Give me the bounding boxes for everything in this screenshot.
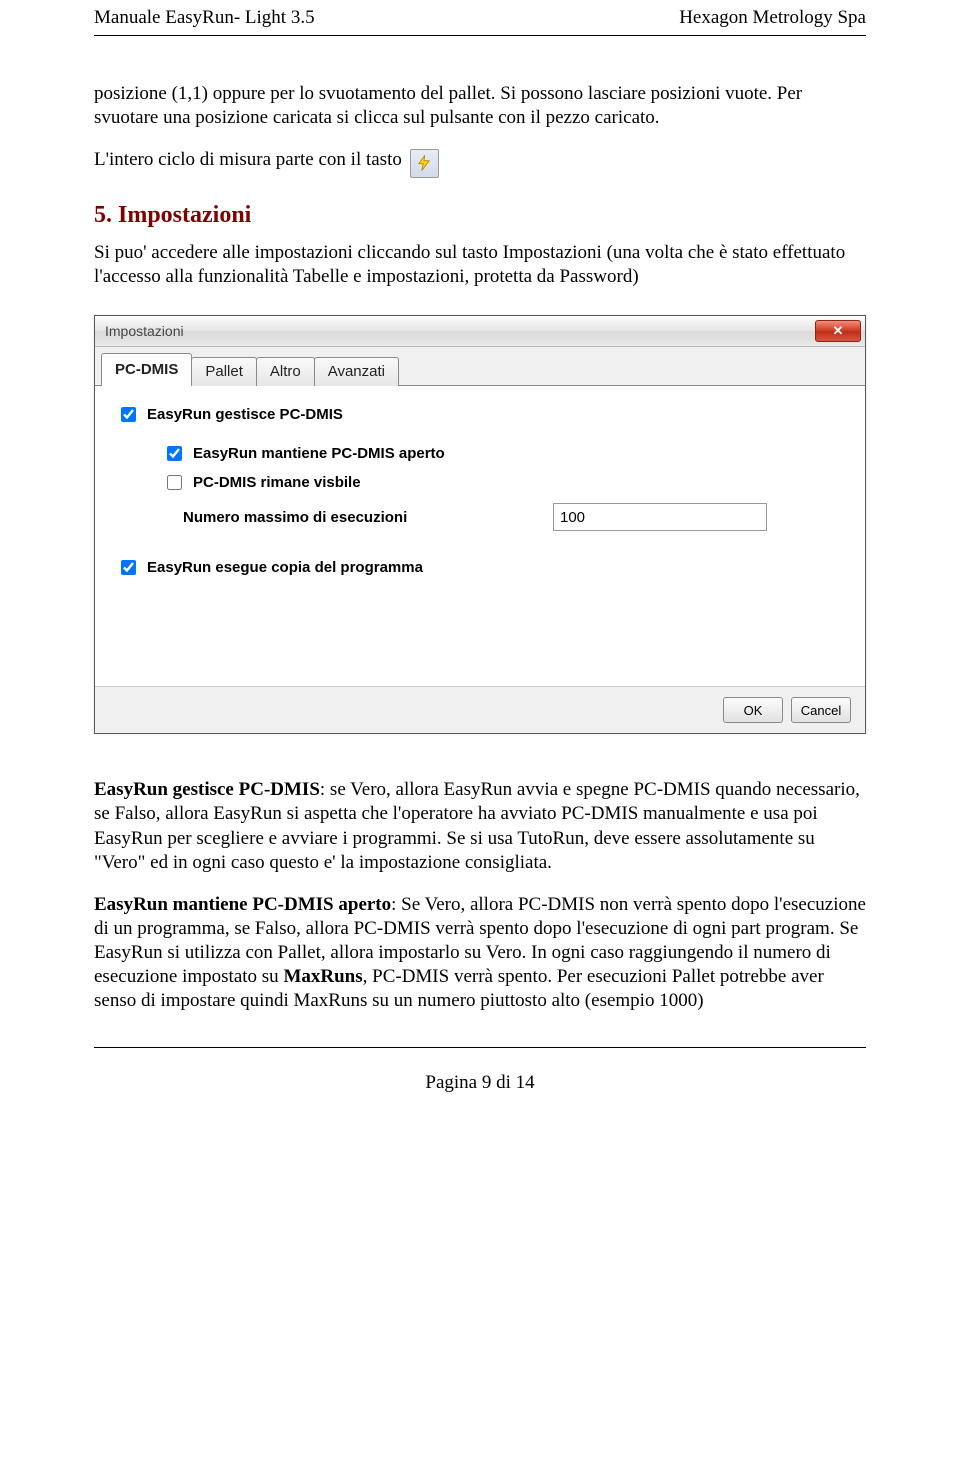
dialog-buttons: OK Cancel [95,686,865,733]
paragraph-2-lead: L'intero ciclo di misura parte con il ta… [94,149,402,171]
checkbox-visibile-label: PC-DMIS rimane visbile [193,474,361,491]
tab-content: EasyRun gestisce PC-DMIS EasyRun mantien… [95,385,865,686]
page-footer: Pagina 9 di 14 [94,1072,866,1096]
checkbox-copia-programma[interactable] [121,560,136,575]
checkbox-rimane-visibile[interactable] [167,475,182,490]
footer-rule [94,1047,866,1048]
paragraph-mantiene-maxruns: MaxRuns [283,966,362,987]
section-heading-impostazioni: 5. Impostazioni [94,202,866,229]
dialog-titlebar: Impostazioni ✕ [95,316,865,347]
checkbox-mantiene-label: EasyRun mantiene PC-DMIS aperto [193,445,445,462]
header-left: Manuale EasyRun- Light 3.5 [94,7,315,29]
tab-altro[interactable]: Altro [256,357,315,386]
paragraph-1: posizione (1,1) oppure per lo svuotament… [94,82,866,131]
paragraph-gestisce: EasyRun gestisce PC-DMIS: se Vero, allor… [94,778,866,875]
checkbox-mantiene-aperto[interactable] [167,446,182,461]
close-button[interactable]: ✕ [815,320,861,342]
tab-avanzati[interactable]: Avanzati [314,357,399,386]
paragraph-3: Si puo' accedere alle impostazioni clicc… [94,241,866,290]
header-rule [94,35,866,36]
lightning-icon [415,154,433,172]
cancel-button[interactable]: Cancel [791,697,851,723]
checkbox-gestisce-pcdmis[interactable] [121,407,136,422]
input-numero-massimo[interactable] [553,503,767,531]
ok-button[interactable]: OK [723,697,783,723]
run-cycle-button[interactable] [410,149,439,178]
settings-dialog: Impostazioni ✕ PC-DMIS Pallet Altro Avan… [94,315,866,734]
tab-pallet[interactable]: Pallet [191,357,257,386]
tab-bar: PC-DMIS Pallet Altro Avanzati [95,347,865,386]
paragraph-mantiene-bold: EasyRun mantiene PC-DMIS aperto [94,894,391,915]
checkbox-gestisce-label: EasyRun gestisce PC-DMIS [147,406,343,423]
close-icon: ✕ [833,323,844,339]
tab-pcdmis[interactable]: PC-DMIS [101,353,192,386]
header-right: Hexagon Metrology Spa [679,7,866,29]
label-numero-massimo: Numero massimo di esecuzioni [163,509,553,526]
checkbox-copia-label: EasyRun esegue copia del programma [147,559,423,576]
paragraph-mantiene: EasyRun mantiene PC-DMIS aperto: Se Vero… [94,893,866,1014]
dialog-title: Impostazioni [105,323,184,339]
paragraph-gestisce-bold: EasyRun gestisce PC-DMIS [94,779,320,800]
page-header: Manuale EasyRun- Light 3.5 Hexagon Metro… [94,7,866,35]
